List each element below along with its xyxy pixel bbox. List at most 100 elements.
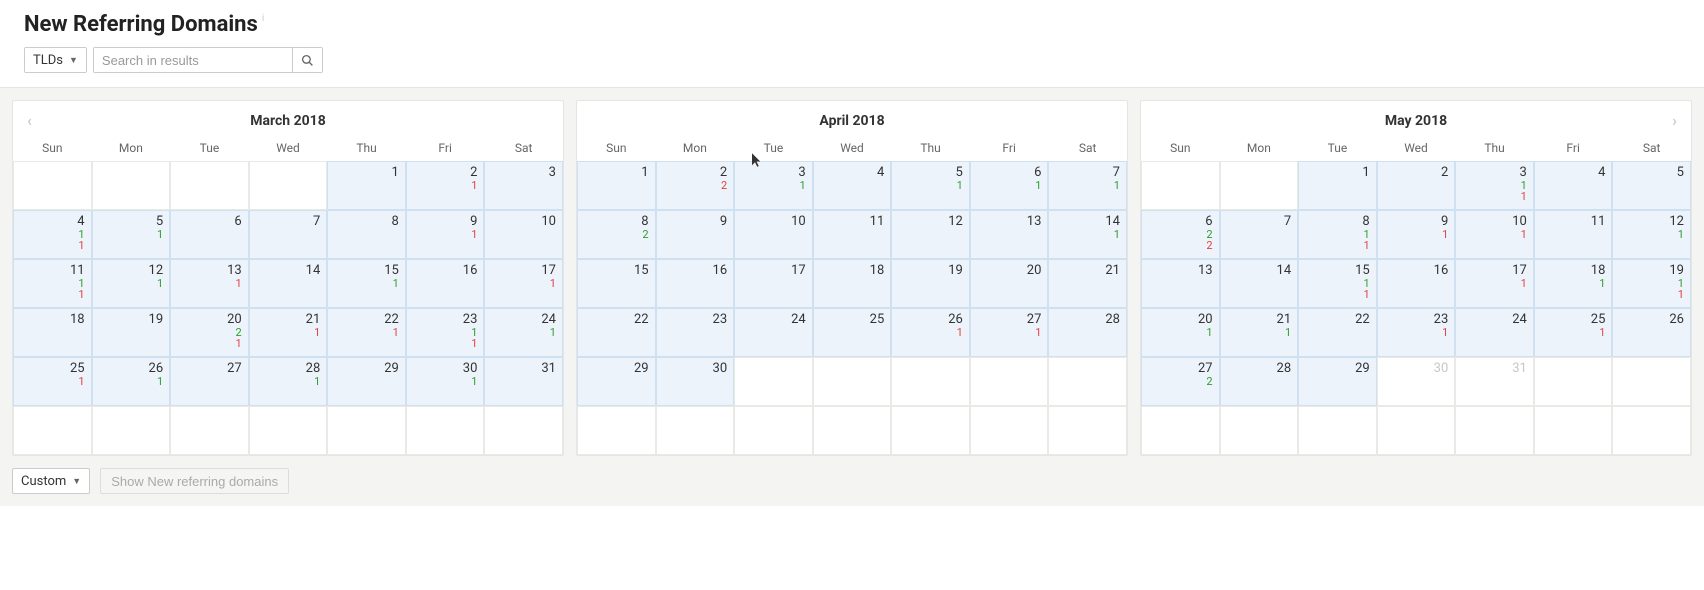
calendar-day[interactable]: 131 xyxy=(170,259,249,308)
calendar-day[interactable]: 301 xyxy=(406,357,485,406)
calendar-day[interactable]: 28 xyxy=(1220,357,1299,406)
calendar-day[interactable]: 811 xyxy=(1298,210,1377,259)
calendar-day[interactable]: 231 xyxy=(1377,308,1456,357)
calendar-day[interactable]: 21 xyxy=(1048,259,1127,308)
calendar-day[interactable]: 22 xyxy=(1298,308,1377,357)
calendar-day[interactable]: 171 xyxy=(484,259,563,308)
calendar-day[interactable]: 30 xyxy=(1377,357,1456,406)
calendar-day[interactable]: 91 xyxy=(1377,210,1456,259)
calendar-day[interactable]: 4 xyxy=(813,161,892,210)
calendar-day[interactable]: 10 xyxy=(484,210,563,259)
calendar-day[interactable]: 21 xyxy=(406,161,485,210)
calendar-day[interactable]: 19 xyxy=(92,308,171,357)
calendar-day[interactable]: 27 xyxy=(170,357,249,406)
calendar-day[interactable]: 51 xyxy=(92,210,171,259)
calendar-day[interactable]: 31 xyxy=(1455,357,1534,406)
calendar-day[interactable]: 16 xyxy=(656,259,735,308)
calendar-day[interactable]: 622 xyxy=(1141,210,1220,259)
calendar-day[interactable]: 28 xyxy=(1048,308,1127,357)
calendar-day[interactable]: 24 xyxy=(734,308,813,357)
calendar-day[interactable]: 1911 xyxy=(1612,259,1691,308)
calendar-day[interactable]: 251 xyxy=(1534,308,1613,357)
calendar-day[interactable]: 23 xyxy=(656,308,735,357)
calendar-day[interactable]: 2311 xyxy=(406,308,485,357)
calendar-day[interactable]: 311 xyxy=(1455,161,1534,210)
calendar-day[interactable]: 272 xyxy=(1141,357,1220,406)
calendar-day[interactable]: 11 xyxy=(1534,210,1613,259)
calendar-day[interactable]: 241 xyxy=(484,308,563,357)
tlds-dropdown[interactable]: TLDs ▼ xyxy=(24,47,87,73)
calendar-day[interactable]: 24 xyxy=(1455,308,1534,357)
calendar-day[interactable]: 16 xyxy=(1377,259,1456,308)
calendar-day[interactable]: 29 xyxy=(327,357,406,406)
calendar-day[interactable]: 51 xyxy=(891,161,970,210)
calendar-day[interactable]: 181 xyxy=(1534,259,1613,308)
calendar-day[interactable]: 3 xyxy=(484,161,563,210)
calendar-day[interactable]: 101 xyxy=(1455,210,1534,259)
calendar-day[interactable]: 14 xyxy=(1220,259,1299,308)
calendar-day[interactable]: 18 xyxy=(13,308,92,357)
calendar-day[interactable]: 6 xyxy=(170,210,249,259)
calendar-day[interactable]: 22 xyxy=(577,308,656,357)
calendar-day[interactable]: 281 xyxy=(249,357,328,406)
calendar-day[interactable]: 82 xyxy=(577,210,656,259)
calendar-day[interactable]: 16 xyxy=(406,259,485,308)
calendar-day[interactable]: 12 xyxy=(891,210,970,259)
calendar-day[interactable]: 201 xyxy=(1141,308,1220,357)
calendar-day[interactable]: 251 xyxy=(13,357,92,406)
calendar-day[interactable]: 411 xyxy=(13,210,92,259)
calendar-day[interactable]: 30 xyxy=(656,357,735,406)
calendar-day[interactable]: 13 xyxy=(1141,259,1220,308)
calendar-day[interactable]: 19 xyxy=(891,259,970,308)
calendar-day[interactable]: 91 xyxy=(406,210,485,259)
calendar-day[interactable]: 22 xyxy=(656,161,735,210)
calendar-day[interactable]: 10 xyxy=(734,210,813,259)
calendar-day[interactable]: 29 xyxy=(1298,357,1377,406)
calendar-day[interactable]: 5 xyxy=(1612,161,1691,210)
info-icon[interactable]: i xyxy=(262,14,264,24)
calendar-day[interactable]: 26 xyxy=(1612,308,1691,357)
calendar-day[interactable]: 15 xyxy=(577,259,656,308)
calendar-day[interactable]: 31 xyxy=(484,357,563,406)
calendar-day[interactable]: 11 xyxy=(813,210,892,259)
calendar-day[interactable]: 121 xyxy=(92,259,171,308)
calendar-day[interactable]: 1111 xyxy=(13,259,92,308)
calendar-day[interactable]: 7 xyxy=(249,210,328,259)
search-button[interactable] xyxy=(292,48,322,72)
calendar-day[interactable]: 1 xyxy=(1298,161,1377,210)
calendar-day[interactable]: 211 xyxy=(249,308,328,357)
calendar-day[interactable]: 151 xyxy=(327,259,406,308)
calendar-day[interactable]: 261 xyxy=(891,308,970,357)
calendar-day[interactable]: 171 xyxy=(1455,259,1534,308)
calendar-day[interactable]: 25 xyxy=(813,308,892,357)
calendar-day[interactable]: 61 xyxy=(970,161,1049,210)
chevron-left-icon[interactable]: ‹ xyxy=(27,113,32,129)
calendar-day[interactable]: 1511 xyxy=(1298,259,1377,308)
calendar-day[interactable]: 221 xyxy=(327,308,406,357)
calendar-day[interactable]: 29 xyxy=(577,357,656,406)
calendar-day[interactable]: 18 xyxy=(813,259,892,308)
calendar-day[interactable]: 31 xyxy=(734,161,813,210)
custom-dropdown[interactable]: Custom ▼ xyxy=(12,468,90,494)
calendar-day[interactable]: 9 xyxy=(656,210,735,259)
calendar-day[interactable]: 2021 xyxy=(170,308,249,357)
calendar-day[interactable]: 4 xyxy=(1534,161,1613,210)
calendar-day[interactable]: 8 xyxy=(327,210,406,259)
calendar-day[interactable]: 2 xyxy=(1377,161,1456,210)
calendar-day[interactable]: 17 xyxy=(734,259,813,308)
calendar-day[interactable]: 7 xyxy=(1220,210,1299,259)
calendar-day[interactable]: 1 xyxy=(327,161,406,210)
calendar-day[interactable]: 211 xyxy=(1220,308,1299,357)
calendar-day[interactable]: 121 xyxy=(1612,210,1691,259)
day-number: 18 xyxy=(1535,263,1606,278)
calendar-day[interactable]: 13 xyxy=(970,210,1049,259)
calendar-day[interactable]: 271 xyxy=(970,308,1049,357)
chevron-right-icon[interactable]: › xyxy=(1672,113,1677,129)
calendar-day[interactable]: 1 xyxy=(577,161,656,210)
calendar-day[interactable]: 141 xyxy=(1048,210,1127,259)
calendar-day[interactable]: 20 xyxy=(970,259,1049,308)
search-input[interactable] xyxy=(94,48,292,72)
calendar-day[interactable]: 261 xyxy=(92,357,171,406)
calendar-day[interactable]: 71 xyxy=(1048,161,1127,210)
calendar-day[interactable]: 14 xyxy=(249,259,328,308)
